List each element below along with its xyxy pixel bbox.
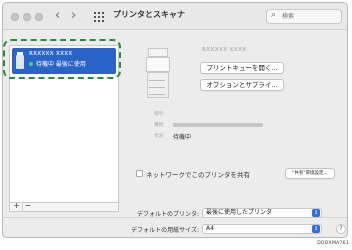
- default-paper-select[interactable]: A4 ↕: [202, 224, 322, 234]
- state-label: 状況:: [154, 134, 165, 139]
- kind-value-redacted: [173, 123, 263, 127]
- add-printer-button[interactable]: +: [11, 202, 22, 211]
- default-printer-select[interactable]: 最後に使用したプリンタ ↕: [202, 208, 322, 218]
- highlight-outline: [3, 39, 121, 79]
- printer-large-icon: [146, 48, 170, 98]
- title-bar: ‹ › プリンタとスキャナ ⌕: [3, 3, 347, 30]
- search-field[interactable]: ⌕: [266, 9, 342, 24]
- default-paper-label: デフォルトの用紙サイズ:: [131, 227, 199, 234]
- help-button[interactable]: ?: [336, 224, 346, 234]
- kind-label: 種類:: [154, 123, 165, 128]
- default-paper-value: A4: [206, 225, 214, 232]
- zoom-window-button[interactable]: [35, 13, 43, 21]
- remove-printer-button[interactable]: −: [22, 202, 33, 211]
- open-print-queue-button[interactable]: プリントキューを開く...: [200, 62, 284, 74]
- chevron-updown-icon: ↕: [312, 225, 320, 233]
- figure-code: DDDXMA761: [317, 241, 349, 246]
- printer-detail-name: RXXXXX XXXX: [202, 47, 247, 53]
- close-window-button[interactable]: [11, 13, 19, 21]
- printers-window: ‹ › プリンタとスキャナ ⌕ RXXXXX XXXX 待機中 最後に使用 + …: [2, 2, 348, 238]
- state-value: 待機中: [173, 134, 192, 141]
- window-title: プリンタとスキャナ: [113, 10, 185, 19]
- share-printer-checkbox[interactable]: [136, 170, 143, 177]
- chevron-updown-icon: ↕: [312, 209, 320, 217]
- options-supplies-button[interactable]: オプションとサプライ...: [200, 79, 284, 91]
- default-printer-label: デフォルトのプリンタ:: [136, 211, 199, 218]
- location-label: 場所:: [154, 112, 165, 117]
- search-input[interactable]: [282, 11, 340, 22]
- back-arrow-icon[interactable]: ‹: [55, 8, 60, 24]
- printer-list-footer: + −: [9, 202, 119, 212]
- sharing-preferences-button[interactable]: "共有"環境設定...: [285, 168, 335, 179]
- share-printer-label: ネットワークでこのプリンタを共有: [146, 171, 250, 179]
- minimize-window-button[interactable]: [23, 13, 31, 21]
- default-printer-value: 最後に使用したプリンタ: [206, 209, 273, 216]
- forward-arrow-icon[interactable]: ›: [71, 8, 76, 24]
- search-icon: ⌕: [271, 10, 277, 20]
- show-all-grid-icon[interactable]: [94, 12, 104, 22]
